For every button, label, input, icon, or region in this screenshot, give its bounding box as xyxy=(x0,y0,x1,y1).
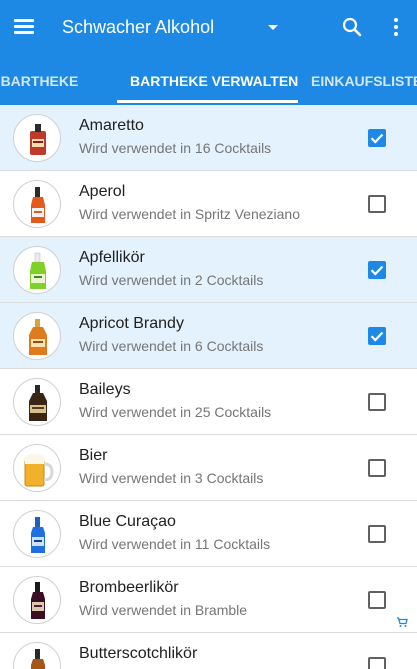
bottle-avatar xyxy=(13,312,61,360)
item-subtitle: Wird verwendet in 16 Cocktails xyxy=(79,140,272,156)
item-subtitle: Wird verwendet in 2 Cocktails xyxy=(79,272,264,288)
item-checkbox[interactable] xyxy=(368,657,386,669)
tab-bar: EINE BARTHEKE BARTHEKE VERWALTEN EINKAUF… xyxy=(0,57,417,105)
bottle-avatar xyxy=(13,378,61,426)
bottle-avatar xyxy=(13,246,61,294)
item-subtitle: Wird verwendet in 6 Cocktails xyxy=(79,338,264,354)
tab-bartheke-verwalten[interactable]: BARTHEKE VERWALTEN xyxy=(130,57,298,105)
tab-eine-bartheke[interactable]: EINE BARTHEKE xyxy=(0,57,78,105)
list-item[interactable]: Bier Wird verwendet in 3 Cocktails xyxy=(0,435,417,501)
app-bar: Schwacher Alkohol xyxy=(0,0,417,57)
bottle-avatar xyxy=(13,576,61,624)
item-checkbox[interactable] xyxy=(368,195,386,213)
list-item[interactable]: Aperol Wird verwendet in Spritz Veneziano xyxy=(0,171,417,237)
shopping-cart-icon xyxy=(396,615,408,627)
item-name: Apfellikör xyxy=(79,249,145,266)
search-icon[interactable] xyxy=(340,15,364,39)
item-name: Amaretto xyxy=(79,117,144,134)
item-checkbox[interactable] xyxy=(368,129,386,147)
item-subtitle: Wird verwendet in 3 Cocktails xyxy=(79,470,264,486)
list-item[interactable]: Butterscotchlikör xyxy=(0,633,417,669)
item-checkbox[interactable] xyxy=(368,393,386,411)
tab-einkaufsliste[interactable]: EINKAUFSLISTE xyxy=(311,57,417,105)
item-subtitle: Wird verwendet in 25 Cocktails xyxy=(79,404,272,420)
item-name: Aperol xyxy=(79,183,126,200)
item-subtitle: Wird verwendet in Bramble xyxy=(79,602,248,618)
item-name: Blue Curaçao xyxy=(79,513,176,530)
list-item[interactable]: Blue Curaçao Wird verwendet in 11 Cocktai… xyxy=(0,501,417,567)
bottle-avatar xyxy=(13,510,61,558)
tab-indicator xyxy=(117,100,298,103)
bottle-avatar xyxy=(13,114,61,162)
item-name: Butterscotchlikör xyxy=(79,645,198,662)
item-name: Apricot Brandy xyxy=(79,315,184,332)
more-vert-icon[interactable] xyxy=(386,15,406,39)
bottle-avatar xyxy=(13,180,61,228)
item-subtitle: Wird verwendet in 11 Cocktails xyxy=(79,536,271,552)
item-subtitle: Wird verwendet in Spritz Veneziano xyxy=(79,206,300,222)
item-checkbox[interactable] xyxy=(368,459,386,477)
item-checkbox[interactable] xyxy=(368,327,386,345)
item-name: Brombeerlikör xyxy=(79,579,179,596)
bottle-avatar xyxy=(13,642,61,669)
list-item[interactable]: Baileys Wird verwendet in 25 Cocktails xyxy=(0,369,417,435)
item-checkbox[interactable] xyxy=(368,261,386,279)
item-checkbox[interactable] xyxy=(368,525,386,543)
item-checkbox[interactable] xyxy=(368,591,386,609)
item-name: Bier xyxy=(79,447,108,464)
ingredient-list[interactable]: Amaretto Wird verwendet in 16 Cocktails Ap… xyxy=(0,105,417,669)
list-item[interactable]: Brombeerlikör Wird verwendet in Bramble xyxy=(0,567,417,633)
list-item[interactable]: Apricot Brandy Wird verwendet in 6 Cockta… xyxy=(0,303,417,369)
item-name: Baileys xyxy=(79,381,131,398)
list-item[interactable]: Amaretto Wird verwendet in 16 Cocktails xyxy=(0,105,417,171)
menu-icon[interactable] xyxy=(14,18,36,36)
bottle-avatar xyxy=(13,444,61,492)
page-title[interactable]: Schwacher Alkohol xyxy=(62,17,214,38)
dropdown-arrow-icon[interactable] xyxy=(268,25,278,30)
list-item[interactable]: Apfellikör Wird verwendet in 2 Cocktails xyxy=(0,237,417,303)
